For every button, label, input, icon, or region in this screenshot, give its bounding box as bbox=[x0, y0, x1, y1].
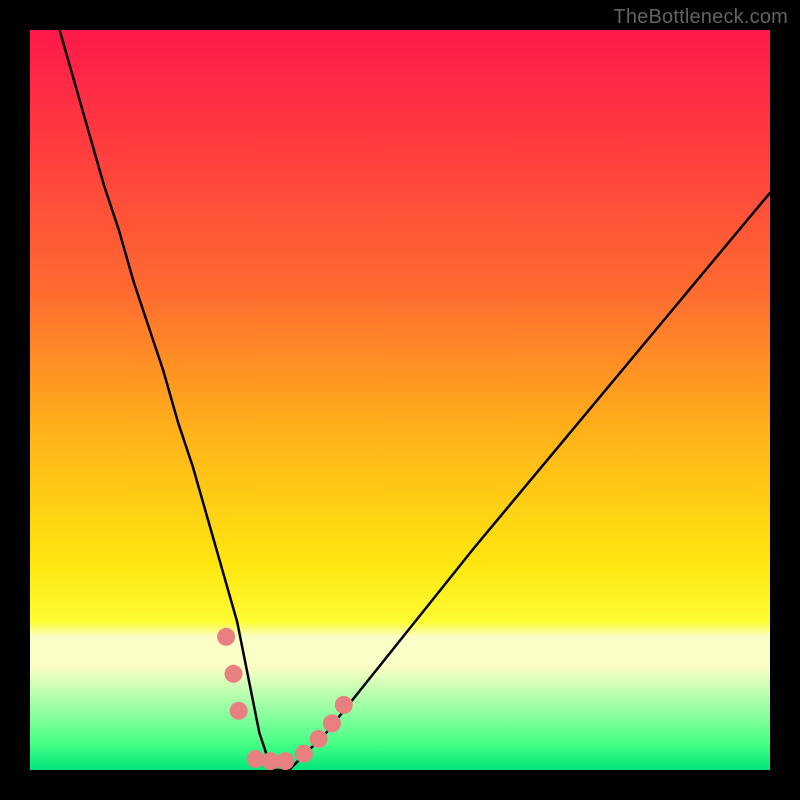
curve-marker bbox=[323, 714, 341, 732]
watermark-text: TheBottleneck.com bbox=[613, 6, 788, 29]
curve-path bbox=[60, 30, 770, 770]
curve-marker bbox=[310, 730, 328, 748]
curve-marker bbox=[335, 696, 353, 714]
curve-marker bbox=[295, 745, 313, 763]
curve-marker bbox=[225, 665, 243, 683]
curve-markers bbox=[217, 628, 353, 770]
plot-area bbox=[30, 30, 770, 770]
chart-svg bbox=[30, 30, 770, 770]
chart-frame: TheBottleneck.com bbox=[0, 0, 800, 800]
curve-marker bbox=[276, 752, 294, 770]
curve-marker bbox=[230, 702, 248, 720]
curve-marker bbox=[217, 628, 235, 646]
bottleneck-curve bbox=[60, 30, 770, 770]
